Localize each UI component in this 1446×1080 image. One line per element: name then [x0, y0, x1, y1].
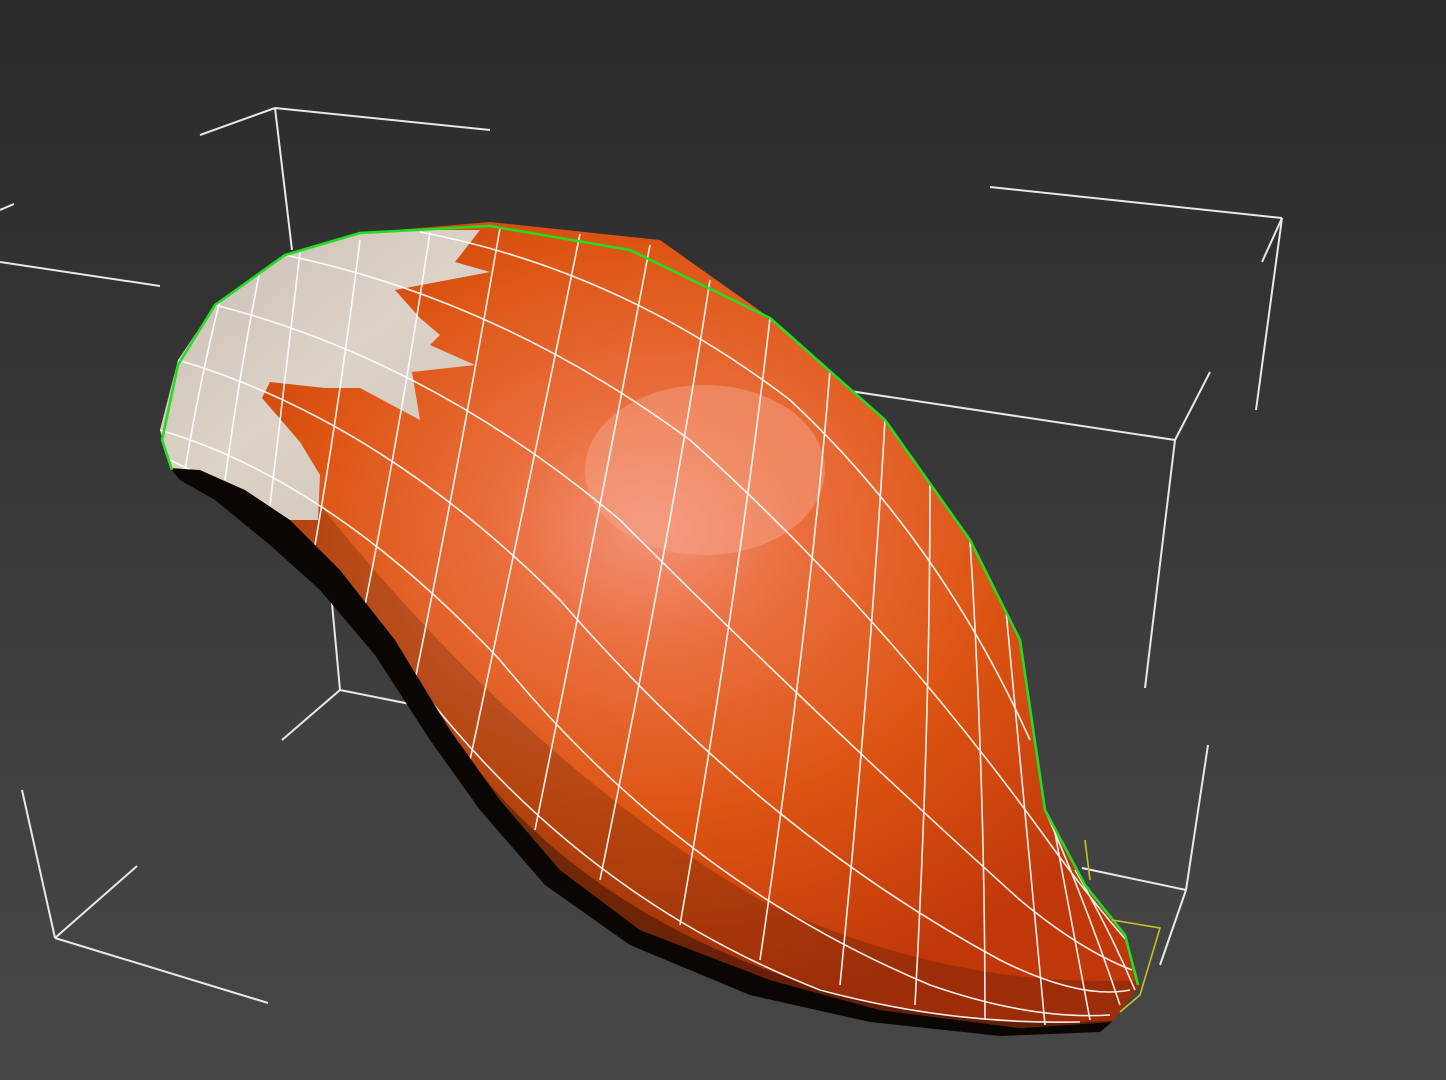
viewport-canvas[interactable] — [0, 0, 1446, 1080]
tail-specular-highlight — [585, 385, 825, 555]
tail-mesh[interactable] — [0, 222, 1140, 1080]
3d-viewport[interactable] — [0, 0, 1446, 1080]
